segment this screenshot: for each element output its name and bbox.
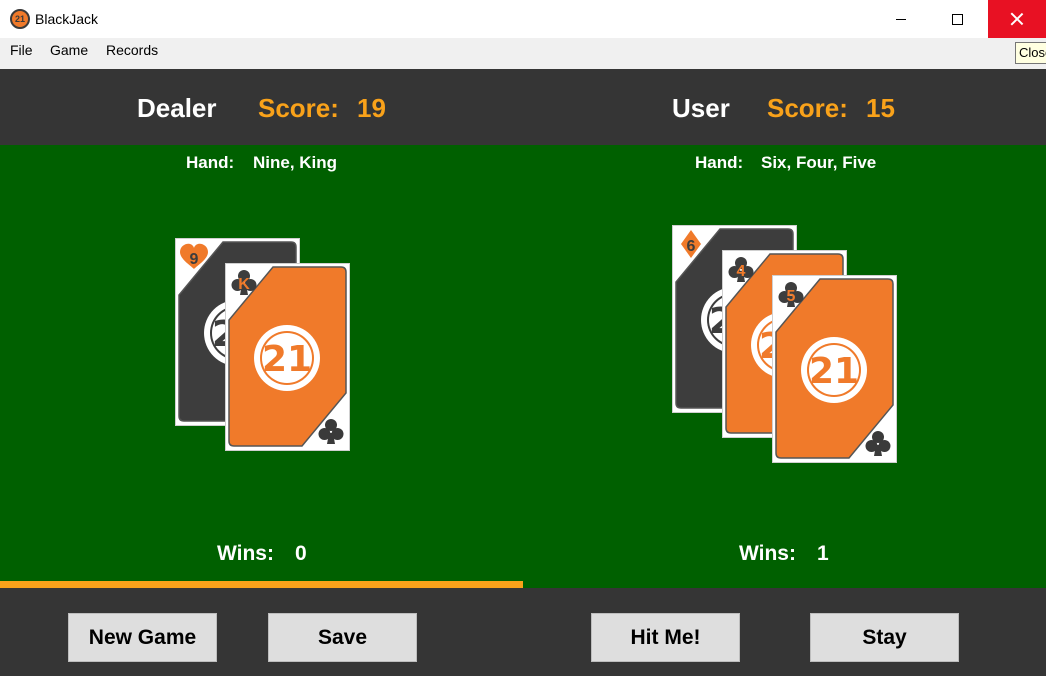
dealer-hand-cards: Nine, King <box>253 153 338 172</box>
user-name: User <box>672 93 730 123</box>
control-bar: New Game Save Hit Me! Stay <box>0 588 1046 676</box>
blackjack-app-icon: 21 <box>10 9 30 29</box>
minimize-icon <box>896 18 906 20</box>
save-button[interactable]: Save <box>268 613 417 662</box>
close-button[interactable] <box>988 0 1046 38</box>
maximize-button[interactable] <box>934 0 980 38</box>
dealer-name: Dealer <box>137 93 217 123</box>
user-hand-label: Hand: <box>695 153 744 172</box>
stay-button[interactable]: Stay <box>810 613 959 662</box>
dealer-hand-label: Hand: <box>186 153 235 172</box>
user-wins-label: Wins: <box>739 542 796 565</box>
user-card-3: 5 21 <box>772 275 897 463</box>
dealer-turn-indicator <box>0 581 523 588</box>
close-tooltip: Close <box>1015 42 1046 64</box>
maximize-icon <box>951 13 963 25</box>
title-bar: 21 BlackJack <box>0 0 1046 38</box>
hit-me-button[interactable]: Hit Me! <box>591 613 740 662</box>
new-game-button[interactable]: New Game <box>68 613 217 662</box>
dealer-wins-value: 0 <box>295 542 307 565</box>
user-wins-value: 1 <box>817 542 829 565</box>
window-title: BlackJack <box>35 11 99 27</box>
card-rank: 5 <box>787 288 796 305</box>
menu-game[interactable]: Game <box>48 42 90 58</box>
dealer-wins-label: Wins: <box>217 542 274 565</box>
game-table: Hand: Nine, King Hand: Six, Four, Five 9… <box>0 145 1046 588</box>
user-score-label: Score: <box>767 93 848 123</box>
user-score-value: 15 <box>866 93 895 123</box>
dealer-score-label: Score: <box>258 93 339 123</box>
user-hand-cards: Six, Four, Five <box>761 153 877 172</box>
menu-file[interactable]: File <box>8 42 35 58</box>
menu-records[interactable]: Records <box>104 42 160 58</box>
card-rank: 4 <box>737 263 746 280</box>
card-logo: 21 <box>262 339 312 380</box>
dealer-card-2: K 21 <box>225 263 350 451</box>
card-logo: 21 <box>809 351 859 392</box>
card-rank: K <box>238 276 250 293</box>
dealer-score-value: 19 <box>357 93 386 123</box>
card-rank: 9 <box>190 251 199 268</box>
menu-bar: File Game Records <box>0 38 1046 69</box>
score-header: Dealer Score: 19 User Score: 15 <box>0 69 1046 145</box>
close-icon <box>1010 12 1024 26</box>
card-rank: 6 <box>687 238 696 255</box>
minimize-button[interactable] <box>878 0 924 38</box>
